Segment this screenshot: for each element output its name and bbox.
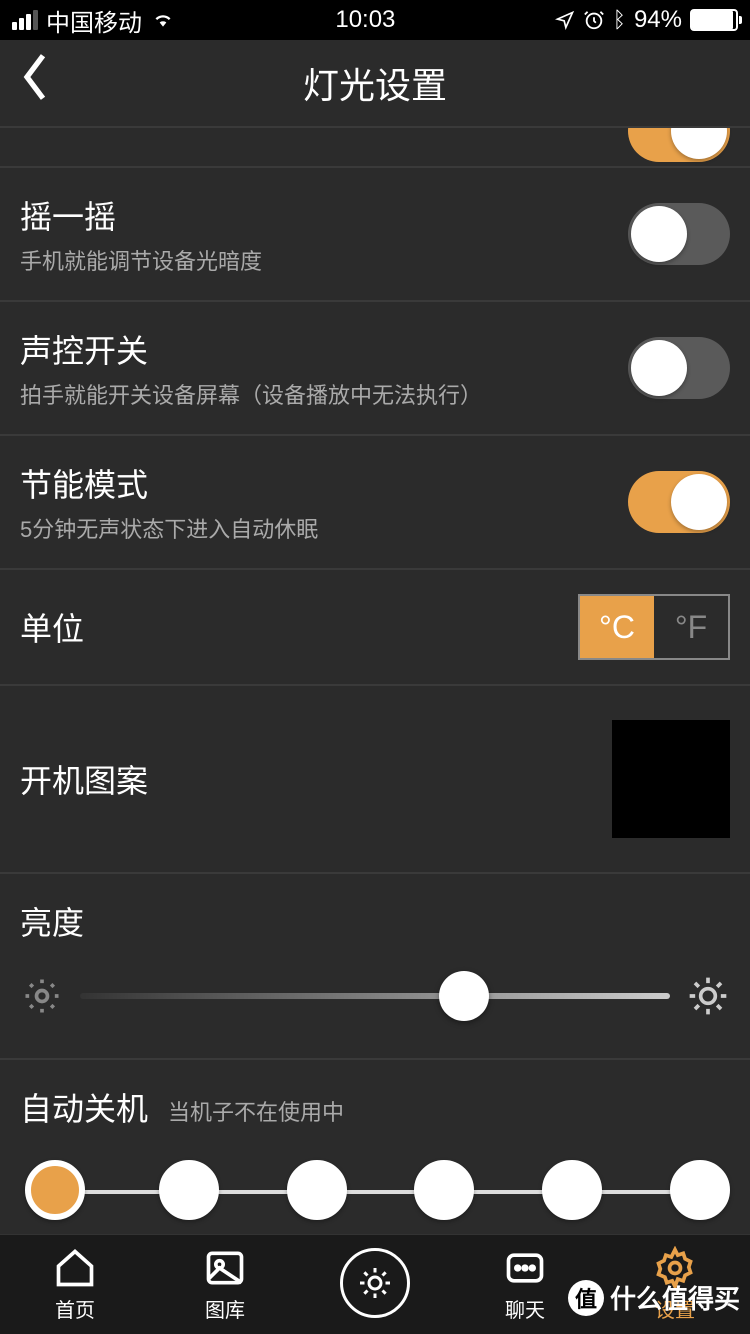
setting-row-partial (0, 128, 750, 168)
boot-image-preview (612, 720, 730, 838)
nav-bar: 灯光设置 (0, 40, 750, 128)
eco-title: 节能模式 (20, 460, 628, 506)
setting-row-brightness: 亮度 (0, 874, 750, 1060)
wifi-icon (150, 10, 176, 30)
unit-title: 单位 (20, 604, 84, 650)
unit-celsius[interactable]: °C (580, 596, 654, 658)
watermark-badge: 值 (568, 1280, 604, 1316)
home-icon (53, 1246, 97, 1290)
sun-icon (357, 1265, 393, 1301)
gallery-icon (203, 1246, 247, 1290)
setting-row-eco: 节能模式 5分钟无声状态下进入自动休眠 (0, 436, 750, 570)
toggle-shake[interactable] (628, 203, 730, 265)
brightness-title: 亮度 (20, 898, 730, 944)
status-bar: 中国移动 10:03 ᛒ 94% (0, 0, 750, 40)
brightness-low-icon (20, 974, 64, 1018)
back-button[interactable] (20, 53, 50, 113)
battery-pct: 94% (634, 6, 682, 34)
toggle-sound[interactable] (628, 337, 730, 399)
brightness-thumb[interactable] (439, 971, 489, 1021)
autooff-title: 自动关机 (20, 1084, 148, 1130)
autooff-sub: 当机子不在使用中 (168, 1095, 344, 1127)
battery-icon (690, 9, 738, 31)
watermark: 值 什么值得买 (568, 1279, 740, 1316)
brightness-high-icon (686, 974, 730, 1018)
brightness-slider[interactable] (80, 993, 670, 999)
shake-title: 摇一摇 (20, 192, 628, 238)
setting-row-sound: 声控开关 拍手就能开关设备屏幕（设备播放中无法执行） (0, 302, 750, 436)
tab-brightness[interactable] (300, 1235, 450, 1334)
shake-sub: 手机就能调节设备光暗度 (20, 244, 628, 276)
toggle-partial[interactable] (628, 128, 730, 162)
location-icon (555, 10, 575, 30)
tab-gallery[interactable]: 图库 (150, 1235, 300, 1334)
unit-selector: °C °F (578, 594, 730, 660)
unit-fahrenheit[interactable]: °F (654, 596, 728, 658)
eco-sub: 5分钟无声状态下进入自动休眠 (20, 512, 628, 544)
clock: 10:03 (335, 6, 395, 34)
watermark-text: 什么值得买 (610, 1279, 740, 1316)
setting-row-unit: 单位 °C °F (0, 570, 750, 686)
carrier-label: 中国移动 (46, 3, 142, 38)
tab-home[interactable]: 首页 (0, 1235, 150, 1334)
signal-icon (12, 10, 38, 30)
alarm-icon (583, 9, 605, 31)
chevron-left-icon (20, 53, 50, 101)
page-title: 灯光设置 (303, 57, 447, 109)
setting-row-shake: 摇一摇 手机就能调节设备光暗度 (0, 168, 750, 302)
sound-title: 声控开关 (20, 326, 628, 372)
sound-sub: 拍手就能开关设备屏幕（设备播放中无法执行） (20, 378, 628, 410)
bluetooth-icon: ᛒ (613, 7, 626, 33)
boot-title: 开机图案 (20, 756, 148, 802)
setting-row-boot[interactable]: 开机图案 (0, 686, 750, 874)
toggle-eco[interactable] (628, 471, 730, 533)
chat-icon (503, 1246, 547, 1290)
